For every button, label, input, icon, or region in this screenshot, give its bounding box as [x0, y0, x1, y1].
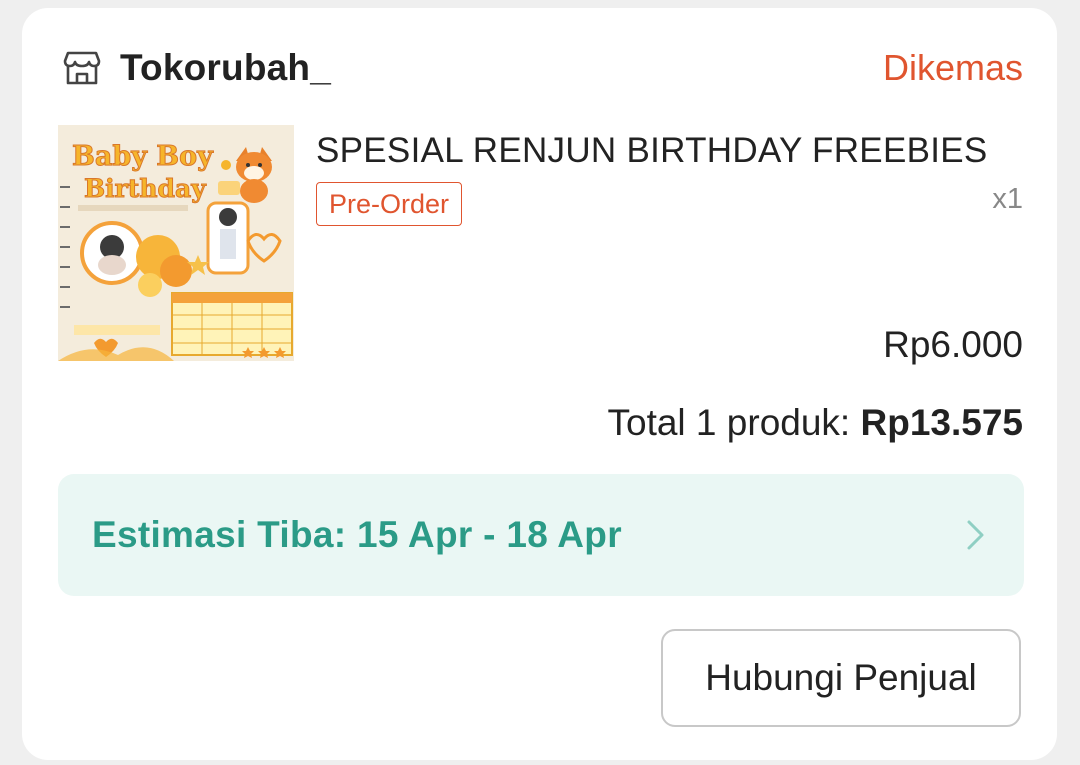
product-item[interactable]: Baby Boy Birthday SPESIAL RENJUN BIRTHDA… [58, 125, 1023, 361]
order-total: Total 1 produk: Rp13.575 [608, 402, 1024, 444]
shop-name[interactable]: Tokorubah_ [120, 47, 331, 89]
shop-header[interactable]: Tokorubah_ Dikemas [62, 44, 1023, 92]
store-icon [62, 48, 102, 88]
product-image[interactable]: Baby Boy Birthday [58, 125, 294, 361]
estimated-arrival-label: Estimasi Tiba: 15 Apr - 18 Apr [92, 514, 622, 555]
order-status: Dikemas [882, 47, 1023, 88]
total-amount: Rp13.575 [860, 402, 1024, 443]
product-quantity: x1 [992, 183, 1023, 215]
estimated-arrival-banner[interactable]: Estimasi Tiba: 15 Apr - 18 Apr [58, 474, 1024, 596]
product-price: Rp6.000 [883, 324, 1023, 365]
order-card[interactable]: Tokorubah_ Dikemas Baby Boy Birthday SPE… [22, 8, 1057, 760]
total-label: Total 1 produk: [607, 402, 851, 443]
product-title[interactable]: SPESIAL RENJUN BIRTHDAY FREEBIES [316, 131, 1026, 171]
pre-order-badge: Pre-Order [316, 182, 463, 226]
chevron-right-icon [964, 517, 988, 553]
thumbnail-title-line1: Baby Boy [72, 141, 214, 172]
thumbnail-title-line2: Birthday [84, 174, 207, 203]
contact-seller-button[interactable]: Hubungi Penjual [661, 629, 1021, 727]
